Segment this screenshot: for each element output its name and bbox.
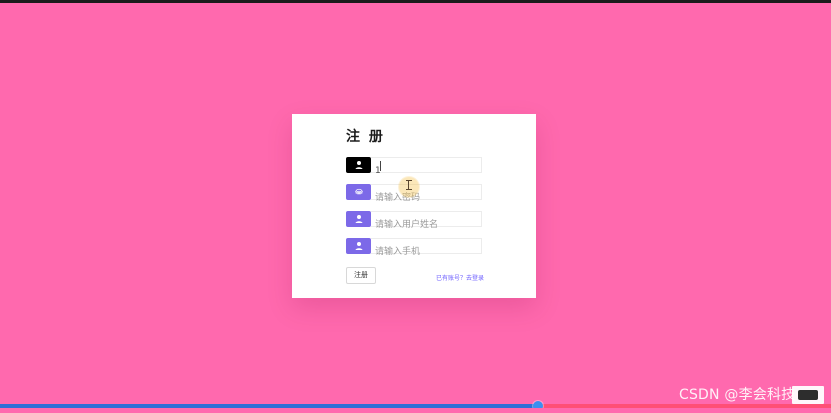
realname-user-icon-svg bbox=[355, 215, 362, 223]
text-cursor-icon bbox=[406, 180, 412, 190]
password-input[interactable] bbox=[371, 191, 481, 205]
watermark-badge-inner bbox=[798, 390, 818, 400]
fingerprint-icon-svg bbox=[354, 188, 363, 195]
phone-user-icon-svg bbox=[355, 242, 362, 250]
csdn-watermark: CSDN @李会科技 bbox=[679, 387, 796, 403]
user-icon bbox=[346, 157, 371, 173]
register-button[interactable]: 注册 bbox=[346, 267, 376, 284]
username-input[interactable] bbox=[371, 164, 481, 178]
login-link[interactable]: 已有账号？去登录 bbox=[436, 273, 484, 282]
user-icon bbox=[346, 238, 371, 254]
text-caret bbox=[380, 161, 381, 171]
username-field[interactable] bbox=[346, 157, 482, 178]
phone-input[interactable] bbox=[371, 245, 481, 259]
phone-input-wrapper[interactable] bbox=[371, 238, 482, 259]
realname-input-wrapper[interactable] bbox=[371, 211, 482, 232]
realname-field[interactable] bbox=[346, 211, 482, 232]
fingerprint-icon bbox=[346, 184, 371, 200]
page-title: 注 册 bbox=[346, 129, 385, 145]
realname-input[interactable] bbox=[371, 218, 481, 232]
username-input-wrapper[interactable] bbox=[371, 157, 482, 178]
bottom-strip bbox=[0, 408, 831, 413]
user-icon-svg bbox=[355, 161, 362, 169]
user-icon bbox=[346, 211, 371, 227]
register-card: 注 册 1 请输入用户姓名 请输入手机 注册 已有账号？去登录 bbox=[292, 114, 536, 298]
top-window-bar bbox=[0, 0, 831, 3]
password-input-wrapper[interactable] bbox=[371, 184, 482, 205]
phone-field[interactable] bbox=[346, 238, 482, 259]
watermark-badge bbox=[792, 386, 824, 404]
